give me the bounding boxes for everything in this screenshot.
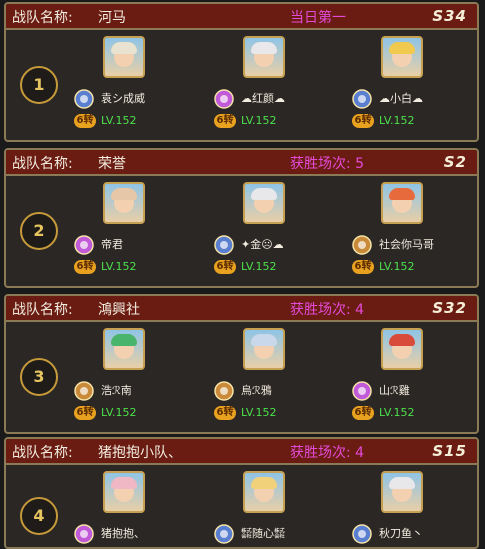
member-slot[interactable]: 秋刀鱼丶6转LV.152	[352, 471, 477, 547]
avatar[interactable]	[381, 328, 423, 370]
team-name: 河马	[98, 10, 126, 26]
rank-badge-icon	[352, 524, 372, 544]
team-stat: 获胜场次: 4	[290, 302, 365, 318]
team-card[interactable]: 战队名称: 河马 当日第一 S34 1 袁シ成威 6转 LV.152 ☁红颜☁ 6转 LV.152 ☁…	[4, 2, 479, 142]
turn-badge: 6转	[352, 406, 374, 420]
avatar-hair	[251, 477, 277, 489]
player-level: LV.152	[379, 114, 415, 127]
server-id: S32	[432, 299, 467, 317]
turn-badge: 6转	[214, 114, 236, 128]
player-level: LV.152	[241, 114, 277, 127]
turn-badge: 6转	[74, 406, 96, 420]
turn-badge: 6转	[214, 260, 236, 274]
team-stat: 获胜场次: 4	[290, 445, 365, 461]
turn-badge: 6转	[74, 260, 96, 274]
turn-badge: 6转	[352, 114, 374, 128]
player-name: 浩ℛ南	[101, 384, 132, 397]
rank-number: 3	[20, 358, 58, 396]
turn-badge: 6转	[352, 260, 374, 274]
rank-badge-icon	[214, 381, 234, 401]
rank-badge-icon	[74, 381, 94, 401]
player-level: LV.152	[101, 114, 137, 127]
member-slot[interactable]: ☁小白☁ 6转 LV.152	[352, 36, 477, 136]
player-name: 猪抱抱、	[101, 527, 145, 540]
rank-badge-icon	[352, 235, 372, 255]
turn-badge: 6转	[214, 406, 236, 420]
avatar[interactable]	[103, 36, 145, 78]
server-id: S34	[432, 7, 467, 25]
avatar[interactable]	[381, 182, 423, 224]
avatar-hair	[251, 188, 277, 200]
avatar[interactable]	[103, 328, 145, 370]
team-header: 战队名称: 鴻興社 获胜场次: 4 S32	[6, 296, 477, 322]
rank-badge-icon	[352, 89, 372, 109]
rank-number: 4	[20, 497, 58, 535]
avatar[interactable]	[243, 36, 285, 78]
rank-number: 1	[20, 66, 58, 104]
team-name-label: 战队名称:	[12, 302, 73, 318]
rank-badge-icon	[74, 235, 94, 255]
player-name: ☁红颜☁	[241, 92, 285, 105]
avatar-hair	[111, 42, 137, 54]
player-name: ㍿随心㍿	[241, 527, 285, 540]
player-level: LV.152	[379, 260, 415, 273]
avatar[interactable]	[381, 471, 423, 513]
team-card[interactable]: 战队名称: 荣誉 获胜场次: 5 S2 2 帝君 6转 LV.152 ✦金☹☁ 6转 LV.152 社…	[4, 148, 479, 288]
player-name: 袁シ成威	[101, 92, 145, 105]
avatar[interactable]	[381, 36, 423, 78]
avatar-hair	[111, 188, 137, 200]
avatar-hair	[389, 477, 415, 489]
rank-badge-icon	[214, 89, 234, 109]
avatar-hair	[251, 334, 277, 346]
team-header: 战队名称: 猪抱抱小队、 获胜场次: 4 S15	[6, 439, 477, 465]
player-name: ✦金☹☁	[241, 238, 284, 251]
avatar[interactable]	[243, 471, 285, 513]
rank-badge-icon	[214, 524, 234, 544]
rank-number: 2	[20, 212, 58, 250]
member-slot[interactable]: 社会你马哥 6转 LV.152	[352, 182, 477, 282]
team-name: 荣誉	[98, 156, 126, 172]
avatar[interactable]	[243, 328, 285, 370]
avatar-hair	[111, 477, 137, 489]
player-level: LV.152	[101, 406, 137, 419]
team-card[interactable]: 战队名称:猪抱抱小队、获胜场次: 4S154猪抱抱、6转LV.152㍿随心㍿6转…	[4, 437, 479, 549]
player-name: 帝君	[101, 238, 123, 251]
server-id: S2	[443, 153, 467, 171]
team-name: 鴻興社	[98, 302, 140, 318]
player-level: LV.152	[101, 260, 137, 273]
player-level: LV.152	[379, 406, 415, 419]
avatar-hair	[251, 42, 277, 54]
team-name-label: 战队名称:	[12, 10, 73, 26]
turn-badge: 6转	[74, 114, 96, 128]
player-name: 烏ℛ鴉	[241, 384, 272, 397]
avatar[interactable]	[243, 182, 285, 224]
avatar-hair	[111, 334, 137, 346]
avatar-hair	[389, 188, 415, 200]
player-name: 山ℛ雞	[379, 384, 410, 397]
player-name: 秋刀鱼丶	[379, 527, 423, 540]
avatar[interactable]	[103, 182, 145, 224]
player-name: ☁小白☁	[379, 92, 423, 105]
rank-badge-icon	[74, 524, 94, 544]
member-slot[interactable]: 山ℛ雞 6转 LV.152	[352, 328, 477, 428]
player-name: 社会你马哥	[379, 238, 434, 251]
team-header: 战队名称: 荣誉 获胜场次: 5 S2	[6, 150, 477, 176]
team-name-label: 战队名称:	[12, 156, 73, 172]
rank-badge-icon	[74, 89, 94, 109]
avatar-hair	[389, 42, 415, 54]
team-name: 猪抱抱小队、	[98, 445, 182, 461]
team-header: 战队名称: 河马 当日第一 S34	[6, 4, 477, 30]
avatar-hair	[389, 334, 415, 346]
avatar[interactable]	[103, 471, 145, 513]
team-card[interactable]: 战队名称: 鴻興社 获胜场次: 4 S32 3 浩ℛ南 6转 LV.152 烏ℛ鴉 6转 LV.15…	[4, 294, 479, 434]
player-level: LV.152	[241, 406, 277, 419]
team-stat: 获胜场次: 5	[290, 156, 365, 172]
team-name-label: 战队名称:	[12, 445, 73, 461]
player-level: LV.152	[241, 260, 277, 273]
team-stat: 当日第一	[290, 10, 346, 26]
server-id: S15	[432, 442, 467, 460]
rank-badge-icon	[352, 381, 372, 401]
rank-badge-icon	[214, 235, 234, 255]
